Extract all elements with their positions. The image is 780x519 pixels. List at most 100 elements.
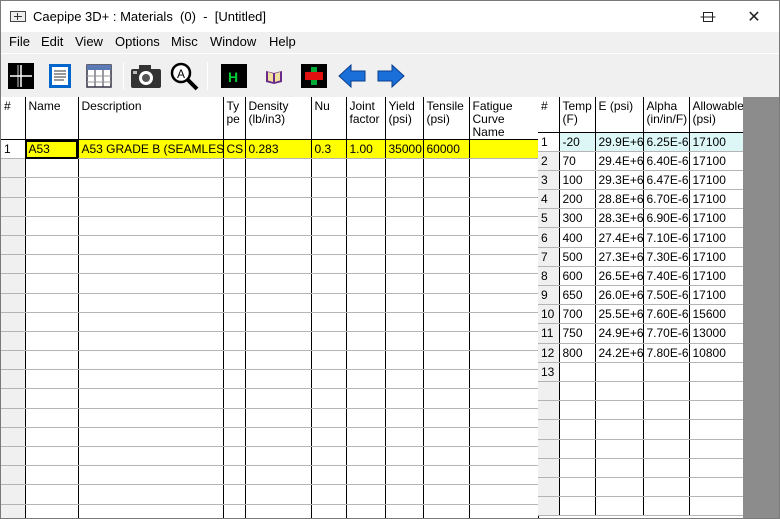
material-cell-density[interactable] (245, 388, 312, 409)
material-cell-yield[interactable] (385, 408, 424, 428)
property-cell-allow[interactable]: 17100 (689, 151, 743, 171)
menu-help[interactable]: Help (269, 34, 296, 49)
property-cell-e[interactable]: 29.9E+6 (595, 132, 644, 152)
property-cell-e[interactable]: 26.0E+6 (595, 285, 644, 306)
material-cell-type[interactable] (223, 177, 246, 198)
property-cell-alpha[interactable]: 6.25E-6 (643, 132, 690, 152)
material-cell-fatigue[interactable] (469, 254, 539, 275)
col-header-tensile[interactable]: Tensile (psi) (423, 97, 470, 140)
property-cell-e[interactable]: 24.2E+6 (595, 343, 644, 363)
property-cell-allow[interactable] (689, 496, 743, 517)
material-cell-tensile[interactable] (423, 408, 470, 428)
notepad-icon[interactable] (45, 61, 75, 91)
material-cell-name[interactable] (25, 408, 79, 428)
prop-header-allowable[interactable]: Allowable (psi) (689, 97, 743, 133)
material-cell-joint[interactable] (346, 350, 386, 371)
material-cell-yield[interactable] (385, 465, 424, 486)
material-cell-name[interactable] (25, 350, 79, 371)
material-cell-yield[interactable] (385, 446, 424, 467)
property-cell-alpha[interactable] (643, 496, 690, 517)
material-cell-yield[interactable] (385, 235, 424, 256)
property-row[interactable]: 6 400 27.4E+6 7.10E-6 17100 (538, 227, 743, 248)
property-cell-temp[interactable] (559, 458, 596, 478)
property-cell-allow[interactable]: 17100 (689, 266, 743, 287)
col-header-joint-factor[interactable]: Joint factor (346, 97, 386, 140)
property-cell-alpha[interactable]: 7.80E-6 (643, 343, 690, 363)
material-cell-type[interactable] (223, 504, 246, 518)
property-cell-e[interactable]: 27.4E+6 (595, 227, 644, 248)
material-cell-type[interactable] (223, 254, 246, 275)
material-cell-description[interactable] (78, 331, 224, 352)
property-cell-temp[interactable] (559, 496, 596, 517)
material-cell-density[interactable] (245, 369, 312, 390)
material-cell-name[interactable] (25, 158, 79, 179)
material-cell-type[interactable] (223, 369, 246, 390)
property-row[interactable]: 1 -20 29.9E+6 6.25E-6 17100 (538, 132, 743, 152)
property-cell-e[interactable]: 28.8E+6 (595, 189, 644, 210)
material-cell-fatigue[interactable] (469, 216, 539, 236)
material-row[interactable] (1, 504, 539, 518)
material-cell-yield[interactable] (385, 427, 424, 448)
material-cell-description[interactable] (78, 235, 224, 256)
material-cell-tensile[interactable] (423, 273, 470, 294)
property-cell-e[interactable] (595, 400, 644, 421)
property-cell-allow[interactable] (689, 458, 743, 478)
camera-icon[interactable] (129, 61, 163, 91)
menu-file[interactable]: File (9, 34, 30, 49)
material-cell-yield[interactable] (385, 388, 424, 409)
property-cell-e[interactable]: 25.5E+6 (595, 304, 644, 325)
material-row[interactable] (1, 427, 539, 448)
material-cell-nu[interactable] (311, 177, 347, 198)
property-cell-allow[interactable]: 13000 (689, 323, 743, 344)
material-cell-nu[interactable] (311, 216, 347, 236)
material-cell-tensile[interactable] (423, 350, 470, 371)
material-cell-nu[interactable] (311, 293, 347, 313)
material-cell-density[interactable] (245, 158, 312, 179)
material-cell-tensile[interactable] (423, 197, 470, 217)
property-cell-alpha[interactable] (643, 419, 690, 440)
material-cell-fatigue[interactable] (469, 158, 539, 179)
material-cell-fatigue[interactable] (469, 369, 539, 390)
material-cell-fatigue[interactable] (469, 273, 539, 294)
material-cell-description[interactable] (78, 504, 224, 518)
material-cell-nu[interactable] (311, 312, 347, 332)
material-cell-fatigue[interactable] (469, 504, 539, 518)
property-cell-temp[interactable] (559, 400, 596, 421)
property-cell-alpha[interactable]: 6.90E-6 (643, 208, 690, 229)
material-cell-fatigue[interactable] (469, 177, 539, 198)
menu-edit[interactable]: Edit (41, 34, 63, 49)
material-cell-joint[interactable] (346, 504, 386, 518)
material-cell-name[interactable] (25, 235, 79, 256)
material-cell-tensile[interactable] (423, 235, 470, 256)
property-cell-temp[interactable]: 650 (559, 285, 596, 306)
property-cell-e[interactable]: 24.9E+6 (595, 323, 644, 344)
material-cell-fatigue[interactable] (469, 293, 539, 313)
material-cell-tensile[interactable] (423, 293, 470, 313)
property-cell-alpha[interactable] (643, 400, 690, 421)
material-cell-type[interactable] (223, 446, 246, 467)
property-cell-temp[interactable] (559, 477, 596, 498)
material-cell-type[interactable] (223, 408, 246, 428)
material-cell-density[interactable] (245, 273, 312, 294)
property-cell-alpha[interactable]: 7.10E-6 (643, 227, 690, 248)
material-row[interactable] (1, 293, 539, 313)
material-cell-type[interactable] (223, 427, 246, 448)
menu-window[interactable]: Window (210, 34, 256, 49)
material-cell-joint[interactable] (346, 197, 386, 217)
material-cell-density[interactable] (245, 293, 312, 313)
property-row[interactable]: 10 700 25.5E+6 7.60E-6 15600 (538, 304, 743, 325)
property-cell-allow[interactable] (689, 400, 743, 421)
material-cell-type[interactable]: CS (223, 139, 246, 160)
material-cell-name[interactable]: A53 (25, 139, 79, 160)
property-cell-temp[interactable] (559, 419, 596, 440)
material-cell-joint[interactable] (346, 408, 386, 428)
material-cell-yield[interactable] (385, 158, 424, 179)
material-cell-yield[interactable] (385, 293, 424, 313)
material-row[interactable] (1, 331, 539, 352)
material-row[interactable] (1, 369, 539, 390)
material-row[interactable] (1, 235, 539, 256)
property-cell-temp[interactable]: 700 (559, 304, 596, 325)
property-cell-alpha[interactable]: 6.40E-6 (643, 151, 690, 171)
property-cell-alpha[interactable]: 6.47E-6 (643, 170, 690, 191)
material-cell-density[interactable] (245, 235, 312, 256)
